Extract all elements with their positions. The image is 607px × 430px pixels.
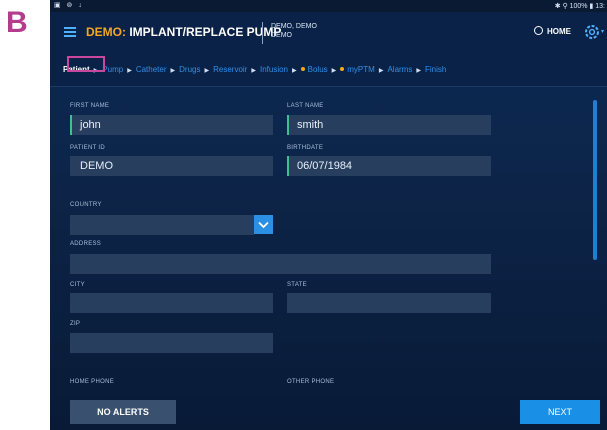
gear-icon[interactable] [583,22,605,42]
step-reservoir[interactable]: Reservoir [213,65,247,74]
menu-icon[interactable] [64,27,76,37]
chevron-down-icon [258,221,269,229]
address-input[interactable] [70,254,491,274]
address-label: ADDRESS [70,241,102,247]
step-pump[interactable]: Pump [102,65,123,74]
step-finish[interactable]: Finish [425,65,446,74]
city-input[interactable] [70,293,273,313]
step-catheter[interactable]: Catheter [136,65,167,74]
patient-id-label: PATIENT ID [70,145,106,151]
city-label: CITY [70,282,85,288]
step-warning-dot-icon [340,67,345,71]
birthdate-label: BIRTHDATE [287,145,324,151]
step-separator-icon: ▶ [378,68,384,74]
patient-id-input[interactable]: DEMO [70,156,273,176]
app-bar: DEMO: IMPLANT/REPLACE PUMP DEMO, DEMO DE… [50,12,607,52]
step-infusion[interactable]: Infusion [260,65,288,74]
home-label: HOME [547,27,571,36]
patient-name: DEMO, DEMO [271,23,317,30]
patient-name-block: DEMO, DEMO DEMO [271,22,317,40]
state-input[interactable] [287,293,491,313]
patient-subtitle: DEMO [271,32,292,39]
step-separator-icon: ▶ [251,68,256,74]
other-phone-label: OTHER PHONE [287,379,335,385]
country-dropdown-button[interactable] [254,215,273,234]
last-name-label: LAST NAME [287,103,324,109]
title-text: IMPLANT/REPLACE PUMP [126,25,282,39]
scrollbar[interactable] [593,100,597,260]
page-title: DEMO: IMPLANT/REPLACE PUMP [86,25,281,39]
step-myptm[interactable]: myPTM [347,65,375,74]
step-separator-icon: ▶ [204,68,210,74]
first-name-label: FIRST NAME [70,103,110,109]
status-bar: ▣ ⊚ ↓ ✱ ⚲ 100% ▮ 13: [50,0,607,12]
title-demo-prefix: DEMO: [86,25,126,39]
step-separator-icon: ▶ [416,68,421,74]
step-warning-dot-icon [300,67,305,71]
step-drugs[interactable]: Drugs [179,65,200,74]
zip-label: ZIP [70,321,81,327]
birthdate-input[interactable]: 06/07/1984 [287,156,491,176]
title-divider [262,22,263,44]
active-step-highlight [67,56,105,72]
last-name-input[interactable]: smith [287,115,491,135]
step-alarms[interactable]: Alarms [387,65,412,74]
step-separator-icon: ▶ [331,68,337,74]
home-phone-label: HOME PHONE [70,379,115,385]
country-select[interactable] [70,215,254,235]
wizard-steps: Patient ▶ Pump ▶ Catheter ▶ Drugs ▶ Reservoir ▶ In… [50,52,607,87]
step-separator-icon: ▶ [292,68,297,74]
zip-input[interactable] [70,333,273,353]
status-icons-right: ✱ ⚲ 100% ▮ 13: [554,3,605,10]
step-separator-icon: ▶ [127,68,132,74]
first-name-input[interactable]: john [70,115,273,135]
home-icon [534,26,543,35]
no-alerts-button[interactable]: NO ALERTS [70,400,176,424]
step-bolus[interactable]: Bolus [308,65,328,74]
country-label: COUNTRY [70,202,102,208]
next-button[interactable]: NEXT [520,400,600,424]
wizard-steps-row: Patient ▶ Pump ▶ Catheter ▶ Drugs ▶ Reservoir ▶ In… [63,65,446,74]
state-label: STATE [287,282,307,288]
step-separator-icon: ▶ [170,68,176,74]
status-icons-left: ▣ ⊚ ↓ [54,2,84,9]
tablet-screen: ▣ ⊚ ↓ ✱ ⚲ 100% ▮ 13: DEMO: IMPLANT/REPLA… [50,0,607,430]
panel-letter: B [6,6,28,39]
home-button[interactable]: HOME [534,26,571,36]
